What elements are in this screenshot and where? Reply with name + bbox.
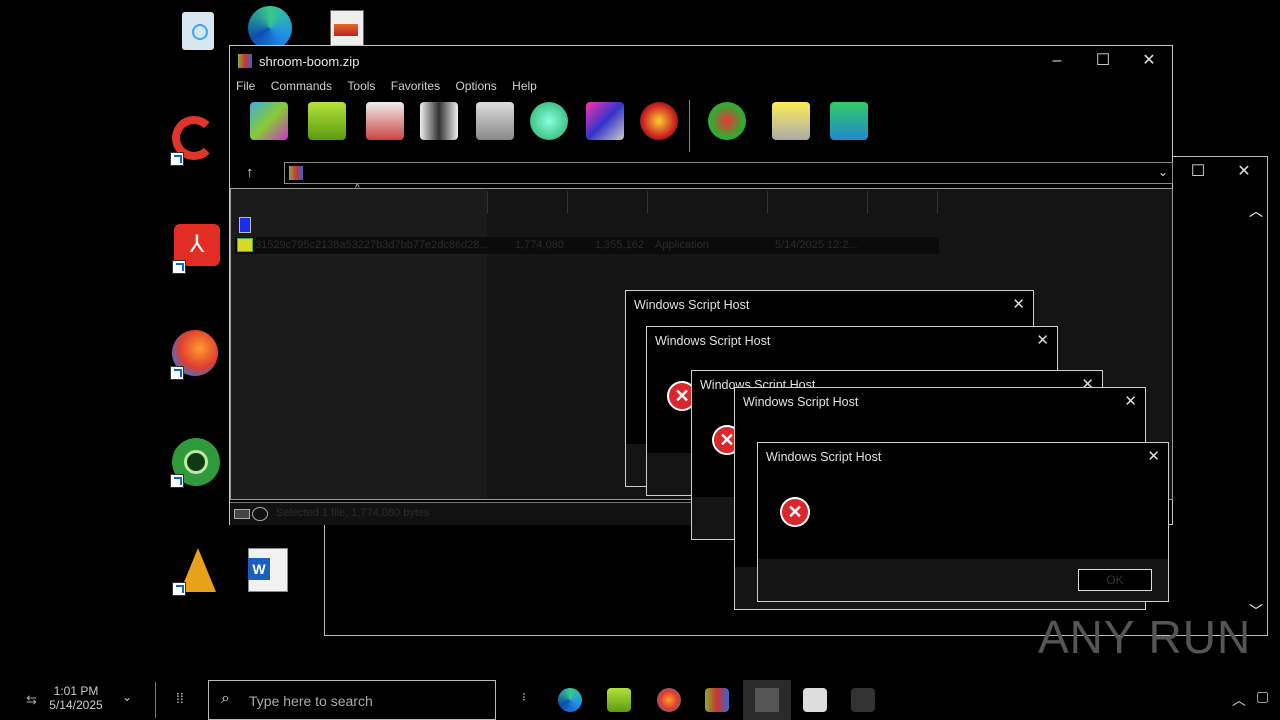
sfx-tool-icon[interactable] <box>830 102 868 140</box>
status-bar: Selected 1 file, 1,774,080 bytes <box>230 502 692 525</box>
chrome-icon[interactable] <box>170 438 220 488</box>
taskbar: ⇆ 1:01 PM 5/14/2025 ⌄ ⁞⁞ ⌕ Type here to … <box>0 680 1280 720</box>
notification-icon[interactable]: ▢ <box>1256 688 1269 705</box>
wizard-tool-icon[interactable] <box>586 102 624 140</box>
exe-file-icon <box>237 238 253 252</box>
column-divider[interactable] <box>647 191 648 213</box>
parent-folder-icon[interactable] <box>239 217 251 233</box>
window-title: shroom-boom.zip <box>259 54 360 69</box>
menu-commands[interactable]: Commands <box>271 79 332 93</box>
info-tool-icon[interactable] <box>640 102 678 140</box>
cortana-dots-icon[interactable]: ⁝ <box>522 690 526 704</box>
close-button[interactable]: ✕ <box>1126 46 1172 76</box>
recycle-bin-icon[interactable] <box>174 8 222 56</box>
close-icon[interactable]: ✕ <box>1036 331 1049 349</box>
watermark: ANY RUN <box>1038 611 1252 663</box>
search-input[interactable]: Type here to search <box>249 693 373 709</box>
clock-time: 1:01 PM <box>53 684 99 698</box>
clock[interactable]: 1:01 PM 5/14/2025 <box>46 684 106 712</box>
scroll-up-icon[interactable]: ︿ <box>1249 201 1263 221</box>
up-arrow-icon[interactable]: ↑ <box>246 164 254 181</box>
file-size: 1,774,080 <box>515 239 564 251</box>
file-modified: 5/14/2025 12:2... <box>775 239 858 251</box>
virusscan-tool-icon[interactable] <box>708 102 746 140</box>
toolbar-separator <box>689 100 690 152</box>
taskbar-divider <box>155 682 156 718</box>
chevron-down-icon[interactable]: ⌄ <box>122 690 132 704</box>
column-divider[interactable] <box>487 191 488 213</box>
dialog-title: Windows Script Host <box>766 450 882 464</box>
column-divider[interactable] <box>567 191 568 213</box>
extract-tool-icon[interactable] <box>308 102 346 140</box>
word-doc-icon[interactable]: W <box>248 548 296 596</box>
column-divider[interactable] <box>937 191 938 213</box>
scrollbar[interactable]: ︿ ﹀ <box>1245 201 1267 621</box>
dialog-title: Windows Script Host <box>743 395 859 409</box>
file-name: 31529c795c2138a53227b3d7bb77e2dc86d28... <box>255 239 489 251</box>
test-tool-icon[interactable] <box>366 102 404 140</box>
error-icon: ✕ <box>780 497 810 527</box>
comment-tool-icon[interactable] <box>772 102 810 140</box>
clock-date: 5/14/2025 <box>49 698 103 712</box>
chevron-down-icon[interactable]: ⌄ <box>1158 165 1168 179</box>
maximize-button[interactable]: ☐ <box>1175 157 1221 187</box>
menu-file[interactable]: File <box>236 79 255 93</box>
network-icon[interactable]: ⇆ <box>26 692 37 708</box>
task-view-icon[interactable]: ⁞⁞ <box>176 690 184 706</box>
close-icon[interactable]: ✕ <box>1012 295 1025 313</box>
wsh-dialog-5: Windows Script Host ✕ ✕ OK <box>757 442 1169 602</box>
close-icon[interactable]: ✕ <box>1147 447 1160 465</box>
maximize-button[interactable]: ☐ <box>1080 46 1126 76</box>
close-icon[interactable]: ✕ <box>1124 392 1137 410</box>
search-icon: ⌕ <box>221 690 230 707</box>
list-name-column-area <box>231 189 487 499</box>
taskbar-firefox-icon[interactable] <box>657 688 681 712</box>
table-row[interactable]: 31529c795c2138a53227b3d7bb77e2dc86d28...… <box>235 237 939 254</box>
taskbar-doc-icon[interactable] <box>803 688 827 712</box>
search-box[interactable]: ⌕ Type here to search <box>208 680 496 720</box>
address-bar[interactable]: ⌄ <box>284 162 1173 184</box>
key-icon <box>252 507 268 521</box>
acrobat-icon[interactable]: ⅄ <box>172 224 222 274</box>
ok-button[interactable]: OK <box>1078 569 1152 591</box>
add-tool-icon[interactable] <box>250 102 288 140</box>
menu-bar: File Commands Tools Favorites Options He… <box>236 79 549 93</box>
firefox-icon[interactable] <box>170 330 220 380</box>
taskbar-active-app[interactable] <box>743 680 791 720</box>
menu-options[interactable]: Options <box>455 79 496 93</box>
delete-tool-icon[interactable] <box>476 102 514 140</box>
taskbar-script-icon[interactable] <box>851 688 875 712</box>
ccleaner-icon[interactable] <box>170 116 220 166</box>
find-tool-icon[interactable] <box>530 102 568 140</box>
taskbar-explorer-icon[interactable] <box>607 688 631 712</box>
menu-help[interactable]: Help <box>512 79 537 93</box>
disk-icon <box>234 509 250 519</box>
menu-tools[interactable]: Tools <box>347 79 375 93</box>
menu-favorites[interactable]: Favorites <box>391 79 440 93</box>
status-text: Selected 1 file, 1,774,080 bytes <box>276 507 430 519</box>
script-app-icon <box>755 688 779 712</box>
taskbar-winrar-icon[interactable] <box>705 688 729 712</box>
taskbar-edge-icon[interactable] <box>558 688 582 712</box>
column-divider[interactable] <box>867 191 868 213</box>
dialog-title: Windows Script Host <box>634 298 750 312</box>
column-divider[interactable] <box>767 191 768 213</box>
minimize-button[interactable]: – <box>1034 46 1080 76</box>
dialog-footer: OK <box>758 559 1168 601</box>
vlc-icon[interactable] <box>172 546 222 596</box>
dialog-title: Windows Script Host <box>655 334 771 348</box>
file-packed: 1,355,162 <box>595 239 644 251</box>
title-bar[interactable]: shroom-boom.zip – ☐ ✕ <box>230 46 1172 76</box>
close-button[interactable]: ✕ <box>1221 157 1267 187</box>
archive-icon <box>289 166 303 180</box>
sort-arrow-icon[interactable]: ^ <box>355 183 360 194</box>
chevron-up-icon[interactable]: ︿ <box>1232 690 1246 710</box>
winrar-app-icon <box>238 54 252 68</box>
view-tool-icon[interactable] <box>420 102 458 140</box>
file-type: Application <box>655 239 709 251</box>
